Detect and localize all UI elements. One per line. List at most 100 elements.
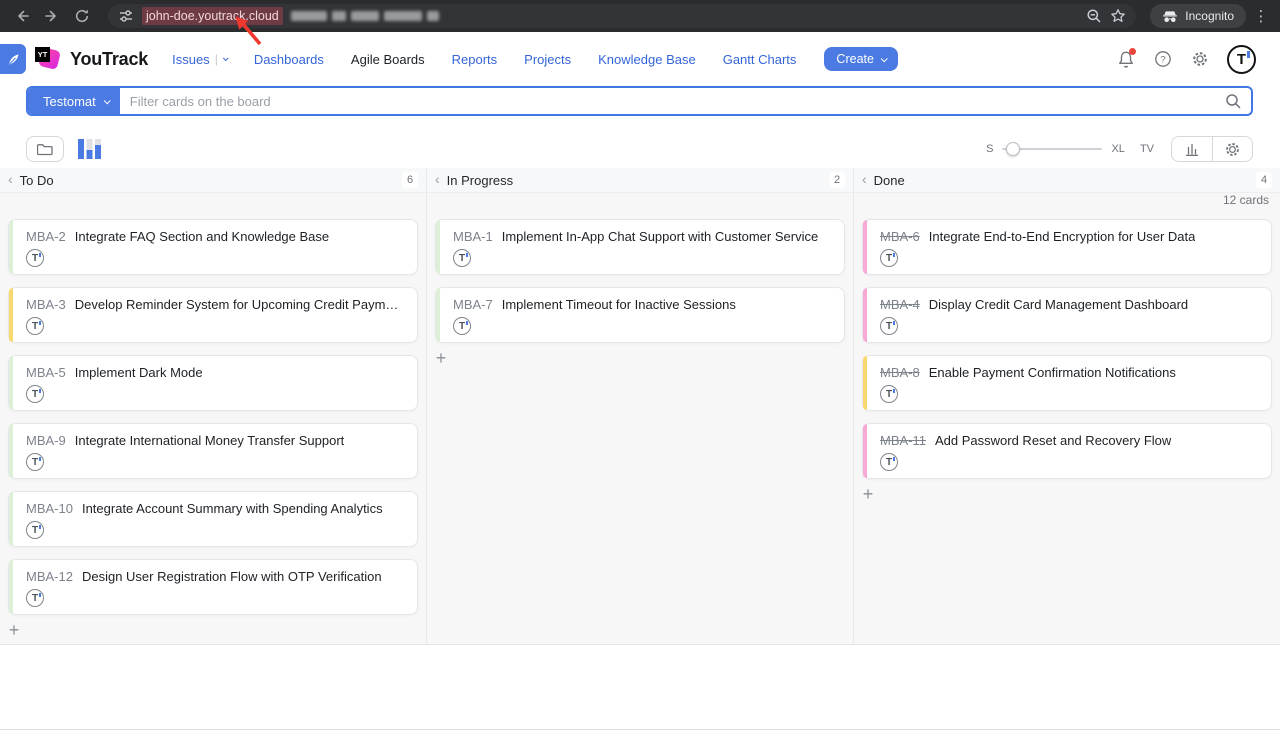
avatar-accent [39, 593, 41, 597]
assignee-avatar[interactable]: T [26, 453, 44, 471]
issue-card[interactable]: MBA-9 Integrate International Money Tran… [8, 423, 418, 479]
board-column-to-do: ‹ To Do 6 MBA-2 Integrate FAQ Section an… [0, 168, 426, 644]
column-header[interactable]: ‹ In Progress 2 [427, 168, 853, 193]
swimlanes-chart-toggle[interactable] [77, 138, 102, 160]
site-settings-icon[interactable] [118, 8, 134, 24]
issue-title[interactable]: Enable Payment Confirmation Notification… [929, 365, 1176, 380]
collapse-column-icon[interactable]: ‹ [435, 172, 440, 186]
issue-title[interactable]: Develop Reminder System for Upcoming Cre… [75, 297, 405, 312]
issue-title[interactable]: Display Credit Card Management Dashboard [929, 297, 1188, 312]
create-button[interactable]: Create [824, 47, 898, 71]
add-card-button[interactable]: + [860, 487, 876, 503]
youtrack-logo[interactable]: YT YouTrack [34, 46, 148, 73]
issue-card[interactable]: MBA-7 Implement Timeout for Inactive Ses… [435, 287, 845, 343]
assignee-avatar[interactable]: T [26, 317, 44, 335]
issue-title[interactable]: Integrate International Money Transfer S… [75, 433, 345, 448]
backlog-folder-button[interactable] [26, 136, 64, 162]
issue-card[interactable]: MBA-2 Integrate FAQ Section and Knowledg… [8, 219, 418, 275]
redacted-url-segment [291, 11, 439, 21]
search-icon[interactable] [1225, 93, 1242, 110]
issue-title[interactable]: Integrate End-to-End Encryption for User… [929, 229, 1196, 244]
issue-id[interactable]: MBA-8 [880, 365, 920, 380]
back-icon[interactable] [10, 4, 34, 28]
issue-title[interactable]: Implement Dark Mode [75, 365, 203, 380]
nav-group-projects: Projects [524, 52, 571, 67]
url-text[interactable]: john-doe.youtrack.cloud [142, 7, 283, 25]
bookmark-star-icon[interactable] [1110, 8, 1126, 24]
tv-mode-button[interactable]: TV [1140, 143, 1154, 155]
assignee-avatar[interactable]: T [453, 317, 471, 335]
reload-icon[interactable] [70, 4, 94, 28]
issue-title[interactable]: Integrate Account Summary with Spending … [82, 501, 383, 516]
notifications-bell-icon[interactable] [1116, 49, 1136, 69]
add-card-button[interactable]: + [433, 351, 449, 367]
nav-item-gantt-charts[interactable]: Gantt Charts [723, 52, 797, 67]
assignee-avatar[interactable]: T [880, 249, 898, 267]
column-header[interactable]: ‹ To Do 6 [0, 168, 426, 193]
chart-view-button[interactable] [1172, 137, 1212, 161]
nav-group-reports: Reports [452, 52, 498, 67]
issue-card[interactable]: MBA-1 Implement In-App Chat Support with… [435, 219, 845, 275]
assignee-avatar[interactable]: T [880, 385, 898, 403]
nav-item-agile-boards[interactable]: Agile Boards [351, 52, 425, 67]
board-selector-button[interactable]: Testomat [28, 88, 120, 114]
issue-id[interactable]: MBA-6 [880, 229, 920, 244]
issue-title[interactable]: Implement In-App Chat Support with Custo… [502, 229, 818, 244]
slider-knob[interactable] [1006, 142, 1020, 156]
nav-item-reports[interactable]: Reports [452, 52, 498, 67]
zoom-level-icon[interactable] [1086, 8, 1102, 24]
filter-cards-input[interactable] [120, 88, 1225, 114]
assignee-avatar[interactable]: T [880, 453, 898, 471]
address-bar[interactable]: john-doe.youtrack.cloud [108, 4, 1136, 28]
assignee-avatar[interactable]: T [26, 521, 44, 539]
issue-id[interactable]: MBA-4 [880, 297, 920, 312]
issue-id[interactable]: MBA-10 [26, 501, 73, 516]
issue-id[interactable]: MBA-3 [26, 297, 66, 312]
issue-title[interactable]: Integrate FAQ Section and Knowledge Base [75, 229, 329, 244]
issue-id[interactable]: MBA-2 [26, 229, 66, 244]
issue-card[interactable]: MBA-12 Design User Registration Flow wit… [8, 559, 418, 615]
forward-icon[interactable] [40, 4, 64, 28]
issue-title[interactable]: Implement Timeout for Inactive Sessions [502, 297, 736, 312]
avatar-accent [893, 457, 895, 461]
issue-title[interactable]: Add Password Reset and Recovery Flow [935, 433, 1171, 448]
user-avatar[interactable]: T [1227, 45, 1256, 74]
chevron-down-icon[interactable] [223, 55, 229, 61]
issue-id[interactable]: MBA-12 [26, 569, 73, 584]
column-header[interactable]: ‹ Done 4 [854, 168, 1280, 193]
issue-card[interactable]: MBA-8 Enable Payment Confirmation Notifi… [862, 355, 1272, 411]
assignee-avatar[interactable]: T [26, 589, 44, 607]
card-size-slider[interactable] [1002, 142, 1102, 156]
priority-stripe [9, 560, 13, 614]
extension-quill-tab[interactable] [0, 44, 26, 74]
issue-card[interactable]: MBA-4 Display Credit Card Management Das… [862, 287, 1272, 343]
issue-card[interactable]: MBA-11 Add Password Reset and Recovery F… [862, 423, 1272, 479]
avatar-accent [39, 525, 41, 529]
assignee-avatar[interactable]: T [453, 249, 471, 267]
issue-id[interactable]: MBA-7 [453, 297, 493, 312]
collapse-column-icon[interactable]: ‹ [862, 172, 867, 186]
issue-card[interactable]: MBA-5 Implement Dark Mode T [8, 355, 418, 411]
help-icon[interactable]: ? [1153, 49, 1173, 69]
nav-item-issues[interactable]: Issues [172, 52, 210, 67]
nav-item-dashboards[interactable]: Dashboards [254, 52, 324, 67]
browser-menu-icon[interactable]: ⋮ [1252, 7, 1270, 25]
priority-stripe [9, 220, 13, 274]
settings-gear-icon[interactable] [1190, 49, 1210, 69]
collapse-column-icon[interactable]: ‹ [8, 172, 13, 186]
nav-item-knowledge-base[interactable]: Knowledge Base [598, 52, 696, 67]
issue-card[interactable]: MBA-10 Integrate Account Summary with Sp… [8, 491, 418, 547]
assignee-avatar[interactable]: T [880, 317, 898, 335]
assignee-avatar[interactable]: T [26, 249, 44, 267]
assignee-avatar[interactable]: T [26, 385, 44, 403]
nav-item-projects[interactable]: Projects [524, 52, 571, 67]
issue-id[interactable]: MBA-9 [26, 433, 66, 448]
issue-card[interactable]: MBA-3 Develop Reminder System for Upcomi… [8, 287, 418, 343]
issue-id[interactable]: MBA-5 [26, 365, 66, 380]
add-card-button[interactable]: + [6, 623, 22, 639]
issue-id[interactable]: MBA-11 [880, 433, 926, 448]
board-settings-button[interactable] [1212, 137, 1252, 161]
issue-title[interactable]: Design User Registration Flow with OTP V… [82, 569, 382, 584]
issue-id[interactable]: MBA-1 [453, 229, 493, 244]
issue-card[interactable]: MBA-6 Integrate End-to-End Encryption fo… [862, 219, 1272, 275]
